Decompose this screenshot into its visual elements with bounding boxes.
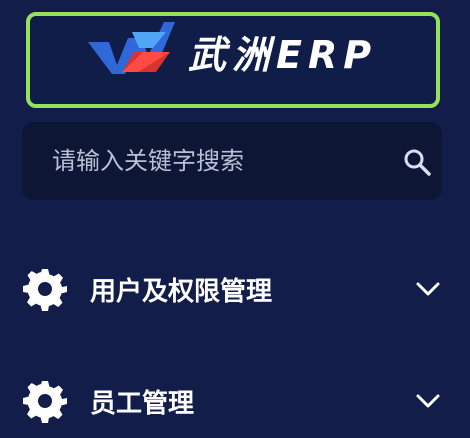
gear-icon (23, 269, 67, 311)
sidebar: 武洲ERP 用户及权限管理 员工管理 (0, 0, 470, 438)
menu-item-employee-management[interactable]: 员工管理 (0, 365, 470, 435)
logo-text: 武洲ERP (188, 33, 378, 77)
search-input[interactable] (52, 140, 382, 182)
menu-item-label: 用户及权限管理 (90, 277, 273, 307)
chevron-down-icon[interactable] (414, 387, 442, 415)
menu-item-label: 员工管理 (90, 389, 195, 419)
gear-icon (23, 381, 67, 423)
search-box (22, 122, 442, 200)
logo-mark-icon (88, 22, 175, 74)
search-icon[interactable] (402, 147, 432, 177)
logo[interactable]: 武洲ERP (26, 12, 440, 108)
menu-item-user-permissions[interactable]: 用户及权限管理 (0, 253, 470, 323)
chevron-down-icon[interactable] (414, 275, 442, 303)
